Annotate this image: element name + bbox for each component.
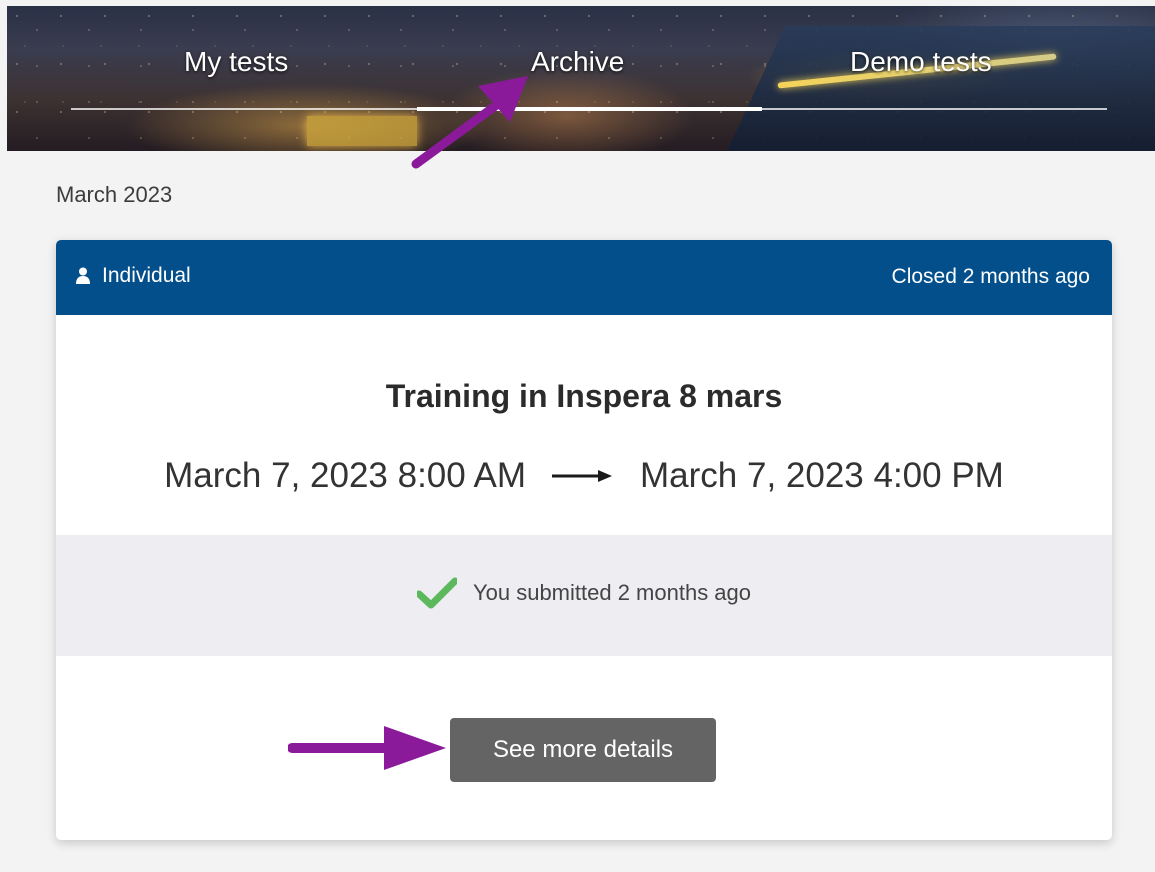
person-icon [76, 267, 90, 285]
submitted-text: You submitted 2 months ago [472, 580, 752, 605]
month-heading: March 2023 [56, 182, 173, 207]
closed-status: Closed 2 months ago [891, 265, 1090, 288]
river-decoration [727, 26, 1155, 151]
tab-my-tests[interactable]: My tests [184, 46, 288, 78]
test-title: Training in Inspera 8 mars [385, 378, 783, 414]
header-banner: My tests Archive Demo tests [7, 6, 1155, 151]
page: My tests Archive Demo tests March 2023 I… [0, 0, 1155, 872]
tab-demo-tests[interactable]: Demo tests [850, 46, 992, 78]
active-tab-indicator [417, 107, 762, 111]
see-more-details-button[interactable]: See more details [450, 718, 716, 782]
submission-status: You submitted 2 months ago [56, 577, 1112, 609]
start-datetime: March 7, 2023 8:00 AM [164, 456, 527, 495]
submission-status-panel: You submitted 2 months ago [56, 535, 1112, 656]
test-type: Individual [76, 264, 191, 288]
checkmark-icon [416, 577, 457, 609]
card-header: Individual Closed 2 months ago [56, 240, 1112, 315]
arrow-right-icon [552, 470, 613, 482]
tab-archive[interactable]: Archive [531, 46, 624, 78]
building-decoration [307, 116, 417, 146]
end-datetime: March 7, 2023 4:00 PM [640, 456, 1004, 495]
test-card: Individual Closed 2 months ago Training … [56, 240, 1112, 840]
test-date-range: March 7, 2023 8:00 AM March 7, 2023 4:00… [56, 456, 1112, 496]
test-type-label: Individual [102, 264, 191, 287]
